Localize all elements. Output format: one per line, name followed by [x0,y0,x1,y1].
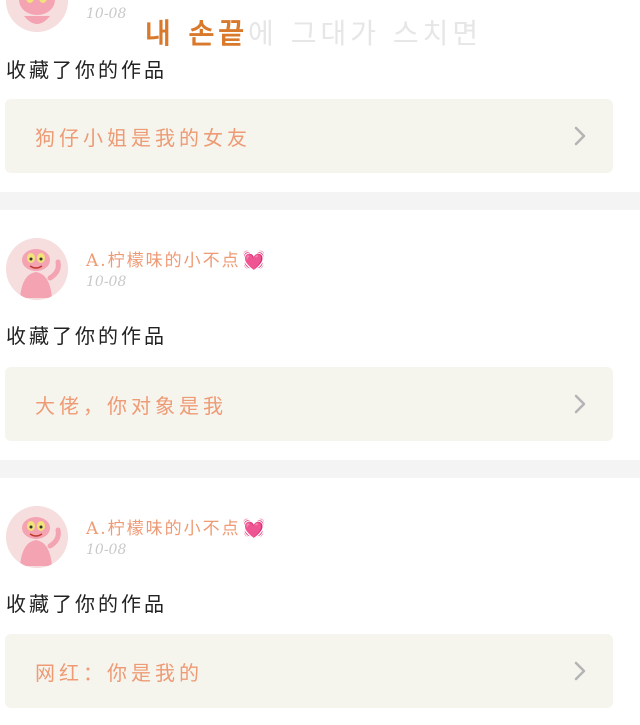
chevron-right-icon [574,394,586,414]
work-title: 网红：你是我的 [35,661,203,685]
work-title: 狗仔小姐是我的女友 [35,126,251,150]
action-text: 收藏了你的作品 [6,58,167,82]
heart-icon: 💓 [242,250,268,271]
username[interactable]: A.柠檬味的小不点 💓 [86,514,267,539]
avatar[interactable] [6,506,68,568]
post-date: 10-08 [86,274,127,290]
pink-panther-avatar-icon [6,506,68,568]
action-text: 收藏了你的作品 [6,324,167,348]
post-date: 10-08 [86,6,127,22]
work-card[interactable]: 狗仔小姐是我的女友 [5,99,613,173]
chevron-right-icon [574,126,586,146]
avatar[interactable] [6,238,68,300]
work-card[interactable]: 大佬，你对象是我 [5,367,613,441]
section-divider [0,460,640,478]
work-card[interactable]: 网红：你是我的 [5,634,613,708]
pink-panther-avatar-icon [6,0,68,32]
chevron-right-icon [574,661,586,681]
work-title: 大佬，你对象是我 [35,394,227,418]
section-divider [0,192,640,210]
pink-panther-avatar-icon [6,238,68,300]
avatar[interactable] [6,0,68,32]
action-text: 收藏了你的作品 [6,592,167,616]
post-date: 10-08 [86,542,127,558]
overlay-caption: 내 손끝에 그대가 스치면 [145,17,483,50]
heart-icon: 💓 [242,518,268,539]
username[interactable]: A.柠檬味的小不点 💓 [86,246,267,271]
